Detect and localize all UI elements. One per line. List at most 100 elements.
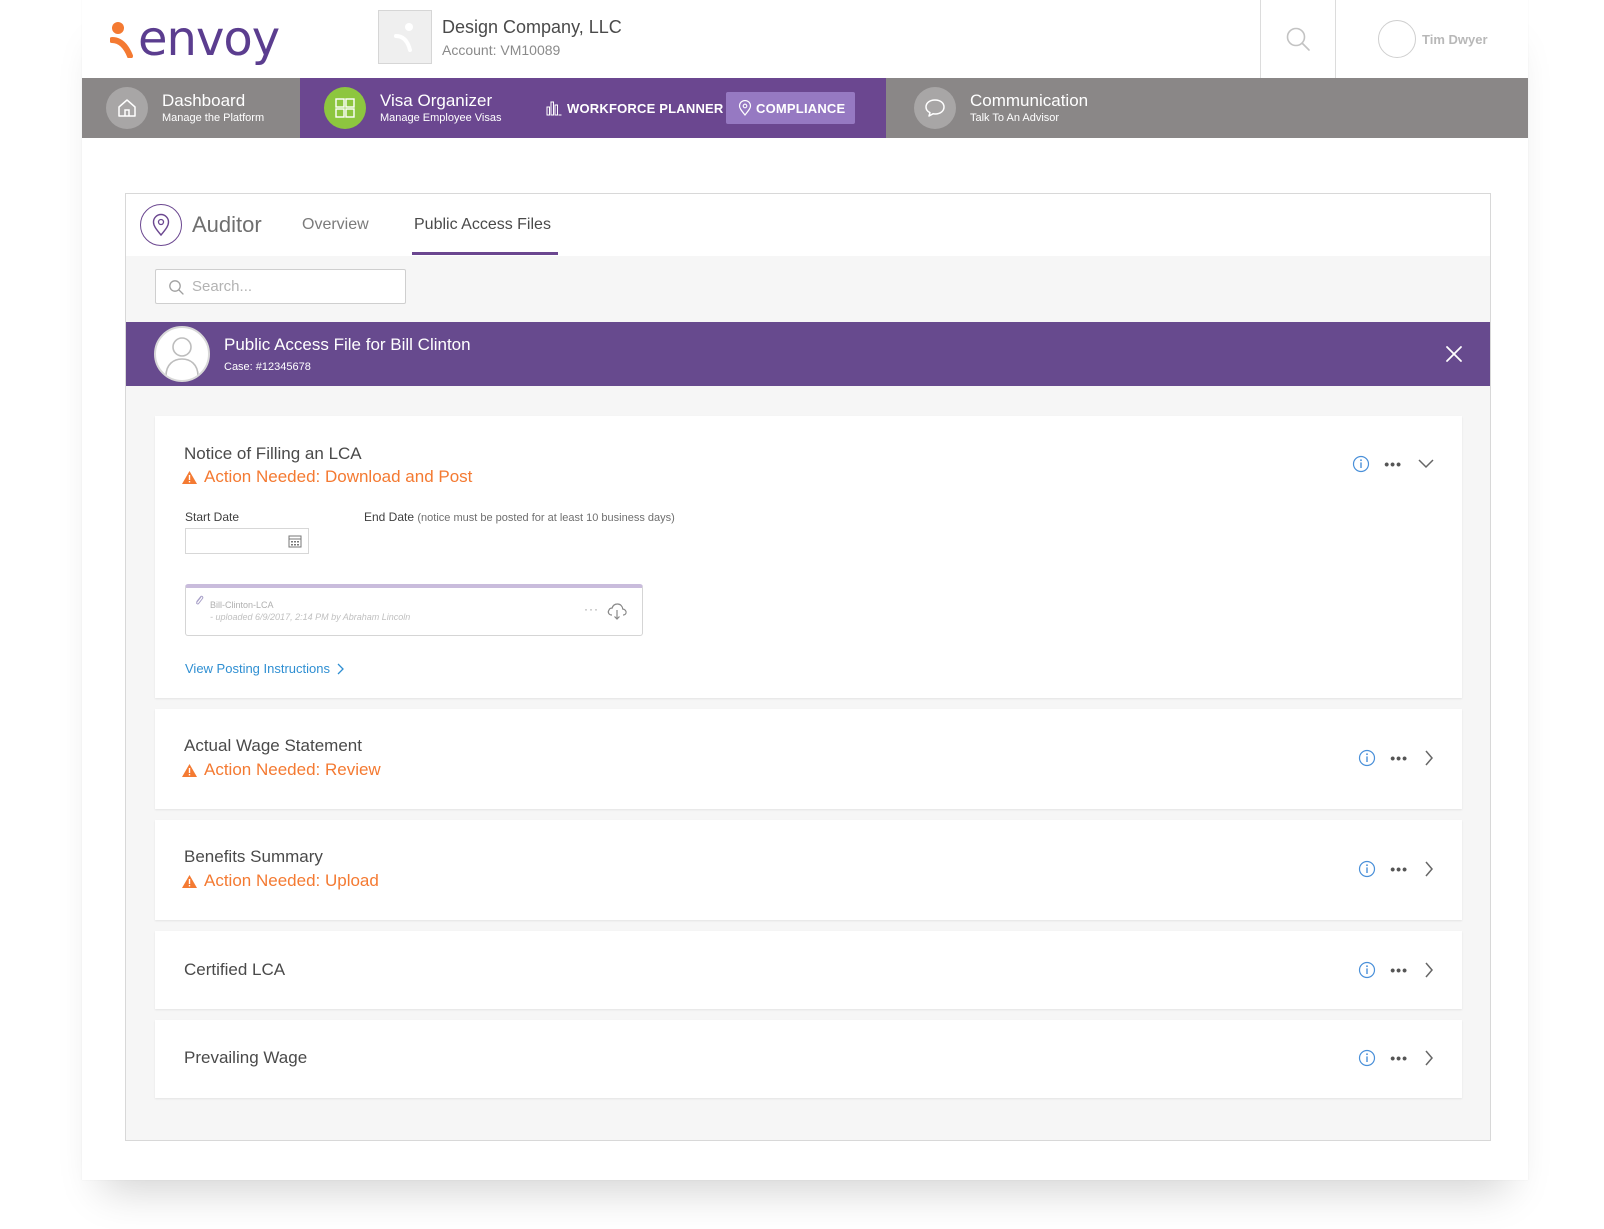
warning-icon	[182, 874, 197, 888]
tab-public-access-files[interactable]: Public Access Files	[414, 216, 551, 234]
paperclip-icon	[196, 595, 204, 605]
auditor-card: Auditor Overview Public Access Files Sea…	[125, 193, 1491, 1141]
location-pin-icon	[738, 100, 752, 116]
chevron-right-icon[interactable]	[1424, 1050, 1434, 1066]
info-icon[interactable]	[1358, 961, 1376, 979]
nav-communication-title: Communication	[970, 90, 1089, 110]
nav-dashboard-subtitle: Manage the Platform	[162, 112, 265, 125]
nav-dashboard[interactable]: Dashboard Manage the Platform	[106, 78, 264, 138]
nav-visa-organizer[interactable]: Visa Organizer Manage Employee Visas WOR…	[300, 78, 886, 138]
info-icon[interactable]	[1358, 1049, 1376, 1067]
alert-text: Action Needed: Upload	[204, 871, 379, 890]
tab-workforce-planner[interactable]: WORKFORCE PLANNER	[546, 92, 724, 124]
chevron-right-icon[interactable]	[1424, 962, 1434, 978]
file-name: Bill-Clinton-LCA	[210, 600, 274, 610]
company-switcher[interactable]: Design Company, LLC Account: VM10089	[378, 10, 622, 64]
status-badge: Action Needed: Upload	[181, 871, 379, 891]
nav-communication[interactable]: Communication Talk To An Advisor	[914, 78, 1088, 138]
link-label: View Posting Instructions	[185, 661, 330, 676]
user-menu[interactable]: Tim Dwyer	[1378, 20, 1488, 58]
user-silhouette-icon	[165, 337, 199, 376]
avatar	[154, 326, 210, 382]
grid-icon	[324, 87, 366, 129]
location-pin-icon	[140, 204, 182, 246]
search-row: Search...	[126, 256, 1490, 322]
panel-title: Benefits Summary	[184, 847, 323, 866]
search-input[interactable]: Search...	[155, 269, 406, 304]
file-more-button[interactable]: ···	[584, 602, 599, 616]
search-placeholder: Search...	[192, 278, 253, 295]
main-nav: Dashboard Manage the Platform Visa Organ…	[82, 78, 1528, 138]
status-badge: Action Needed: Download and Post	[181, 467, 472, 487]
alert-text: Action Needed: Download and Post	[204, 467, 473, 486]
more-options-button[interactable]: •••	[1384, 457, 1402, 471]
workforce-label: WORKFORCE PLANNER	[567, 100, 724, 116]
end-date-label: End Date (notice must be posted for at l…	[364, 510, 675, 524]
paf-title: Public Access File for Bill Clinton	[224, 335, 471, 354]
company-avatar	[378, 10, 432, 64]
page-title: Auditor	[192, 212, 262, 237]
file-upload-meta: - uploaded 6/9/2017, 2:14 PM by Abraham …	[210, 612, 411, 622]
nav-communication-subtitle: Talk To An Advisor	[970, 112, 1060, 125]
chevron-down-icon[interactable]	[1418, 459, 1434, 469]
envoy-logo[interactable]: envoy	[110, 11, 280, 67]
more-options-button[interactable]: •••	[1390, 1051, 1408, 1065]
start-date-label: Start Date	[185, 510, 240, 524]
user-name: Tim Dwyer	[1422, 31, 1488, 47]
status-badge: Action Needed: Review	[181, 760, 381, 780]
panel-title: Certified LCA	[184, 960, 286, 979]
more-options-button[interactable]: •••	[1390, 862, 1408, 876]
tab-compliance[interactable]: COMPLIANCE	[726, 92, 856, 124]
panel-certified-lca[interactable]: Certified LCA •••	[155, 931, 1462, 1009]
panel-title: Notice of Filling an LCA	[184, 444, 362, 463]
file-attachment[interactable]: Bill-Clinton-LCA - uploaded 6/9/2017, 2:…	[185, 584, 643, 636]
panel-title: Prevailing Wage	[184, 1048, 308, 1067]
more-options-button[interactable]: •••	[1390, 963, 1408, 977]
home-icon	[106, 87, 148, 129]
company-account: Account: VM10089	[442, 41, 561, 58]
chevron-right-icon[interactable]	[1424, 861, 1434, 877]
panel-prevailing-wage[interactable]: Prevailing Wage •••	[155, 1020, 1462, 1098]
bar-chart-icon	[546, 101, 562, 116]
tab-overview[interactable]: Overview	[302, 216, 369, 234]
panel-actions: •••	[1358, 1049, 1434, 1067]
active-tab-indicator	[412, 252, 558, 255]
panel-benefits-summary[interactable]: Benefits Summary Action Needed: Upload •…	[155, 820, 1462, 920]
info-icon[interactable]	[1358, 860, 1376, 878]
chevron-right-icon	[337, 663, 344, 674]
panel-actions: •••	[1358, 961, 1434, 979]
nav-visa-subtitle: Manage Employee Visas	[380, 112, 502, 125]
public-access-file-banner: Public Access File for Bill Clinton Case…	[126, 322, 1490, 386]
start-date-field[interactable]	[185, 528, 309, 554]
end-date-hint: (notice must be posted for at least 10 b…	[417, 512, 675, 524]
paf-case-number: Case: #12345678	[224, 361, 311, 373]
warning-icon	[182, 470, 197, 484]
nav-visa-title: Visa Organizer	[380, 90, 493, 110]
envoy-logo-mark-icon	[110, 22, 133, 58]
view-posting-instructions-link[interactable]: View Posting Instructions	[185, 661, 346, 676]
alert-text: Action Needed: Review	[204, 760, 381, 779]
cloud-download-icon[interactable]	[606, 602, 628, 620]
calendar-icon[interactable]	[288, 534, 302, 548]
auditor-header: Auditor Overview Public Access Files	[126, 194, 1490, 256]
chevron-right-icon[interactable]	[1424, 750, 1434, 766]
search-icon	[1286, 27, 1310, 51]
panel-notice-lca: Notice of Filling an LCA Action Needed: …	[155, 416, 1462, 698]
chat-icon	[914, 87, 956, 129]
logo-text: envoy	[138, 11, 280, 67]
panel-actions: •••	[1358, 860, 1434, 878]
info-icon[interactable]	[1358, 749, 1376, 767]
warning-icon	[182, 763, 197, 777]
company-name: Design Company, LLC	[442, 16, 622, 37]
nav-dashboard-title: Dashboard	[162, 90, 246, 110]
global-search-button[interactable]	[1260, 0, 1336, 78]
company-logo-icon	[394, 23, 413, 52]
panel-title: Actual Wage Statement	[184, 736, 362, 755]
more-options-button[interactable]: •••	[1390, 751, 1408, 765]
panel-actual-wage-statement[interactable]: Actual Wage Statement Action Needed: Rev…	[155, 709, 1462, 809]
close-icon[interactable]	[1444, 344, 1464, 364]
compliance-label: COMPLIANCE	[756, 100, 846, 116]
end-date-label-text: End Date	[364, 510, 415, 524]
top-header: envoy Design Company, LLC Account: VM100…	[82, 0, 1528, 78]
info-icon[interactable]	[1352, 455, 1370, 473]
